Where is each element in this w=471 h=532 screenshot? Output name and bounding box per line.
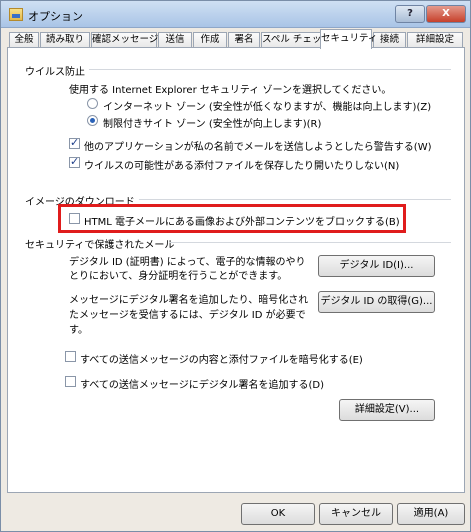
sign-checkbox[interactable] xyxy=(65,376,76,387)
advanced-settings-button[interactable]: 詳細設定(V)... xyxy=(339,399,435,421)
tab-compose[interactable]: 作成 xyxy=(193,32,227,48)
get-id-desc-line2: たメッセージを受信するには、デジタル ID が必要で xyxy=(69,310,306,321)
ok-button[interactable]: OK xyxy=(241,503,315,525)
block-attachments-checkbox[interactable] xyxy=(69,155,80,168)
app-icon xyxy=(9,8,23,21)
restricted-zone-label[interactable]: 制限付きサイト ゾーン (安全性が向上します)(R) xyxy=(103,115,321,130)
tab-connection[interactable]: 接続 xyxy=(373,32,406,48)
tab-spelling[interactable]: スペル チェック xyxy=(261,32,331,48)
virus-divider xyxy=(89,69,451,70)
tab-receipts[interactable]: 確認メッセージ xyxy=(91,32,158,48)
internet-zone-label[interactable]: インターネット ゾーン (安全性が低くなりますが、機能は向上します)(Z) xyxy=(103,98,431,113)
tab-read[interactable]: 読み取り xyxy=(40,32,90,48)
tab-security[interactable]: セキュリティ xyxy=(320,29,377,49)
get-id-desc-line3: す。 xyxy=(69,325,88,336)
tab-general[interactable]: 全般 xyxy=(9,32,39,48)
title-bar: オプション ? X xyxy=(1,1,470,28)
block-attachments-label[interactable]: ウイルスの可能性がある添付ファイルを保存したり開いたりしない(N) xyxy=(84,157,399,172)
warn-send-label[interactable]: 他のアプリケーションが私の名前でメールを送信しようとしたら警告する(W) xyxy=(84,138,432,153)
warn-send-checkbox[interactable] xyxy=(69,136,80,149)
block-images-label[interactable]: HTML 電子メールにある画像および外部コンテンツをブロックする(B) xyxy=(84,213,400,228)
secure-mail-divider xyxy=(169,242,451,243)
tab-send[interactable]: 送信 xyxy=(158,32,192,48)
digital-id-desc-line2: とりにおいて、身分証明を行うことができます。 xyxy=(69,271,288,282)
restricted-zone-radio[interactable] xyxy=(87,115,98,126)
encrypt-checkbox[interactable] xyxy=(65,351,76,362)
internet-zone-radio[interactable] xyxy=(87,98,98,109)
zone-prompt: 使用する Internet Explorer セキュリティ ゾーンを選択してくだ… xyxy=(69,85,392,96)
get-id-desc-line1: メッセージにデジタル署名を追加したり、暗号化され xyxy=(69,295,309,306)
options-dialog: オプション ? X 全般 読み取り 確認メッセージ 送信 作成 署名 スペル チ… xyxy=(0,0,471,532)
help-button[interactable]: ? xyxy=(395,5,425,23)
get-digital-id-button[interactable]: デジタル ID の取得(G)... xyxy=(318,291,435,313)
digital-id-desc-line1: デジタル ID (証明書) によって、電子的な情報のやり xyxy=(69,257,306,268)
sign-label[interactable]: すべての送信メッセージにデジタル署名を追加する(D) xyxy=(80,376,324,391)
apply-button[interactable]: 適用(A) xyxy=(397,503,465,525)
virus-section-title: ウイルス防止 xyxy=(25,67,85,78)
window-title: オプション xyxy=(28,10,83,23)
digital-id-button[interactable]: デジタル ID(I)... xyxy=(318,255,435,277)
tab-signatures[interactable]: 署名 xyxy=(228,32,260,48)
cancel-button[interactable]: キャンセル xyxy=(319,503,393,525)
encrypt-label[interactable]: すべての送信メッセージの内容と添付ファイルを暗号化する(E) xyxy=(80,351,363,366)
close-button[interactable]: X xyxy=(426,5,466,23)
secure-mail-section-title: セキュリティで保護されたメール xyxy=(25,240,175,251)
images-divider xyxy=(139,199,451,200)
block-images-checkbox[interactable] xyxy=(69,213,80,224)
tab-strip: 全般 読み取り 確認メッセージ 送信 作成 署名 スペル チェック セキュリティ… xyxy=(7,29,465,49)
tab-advanced[interactable]: 詳細設定 xyxy=(407,32,463,48)
